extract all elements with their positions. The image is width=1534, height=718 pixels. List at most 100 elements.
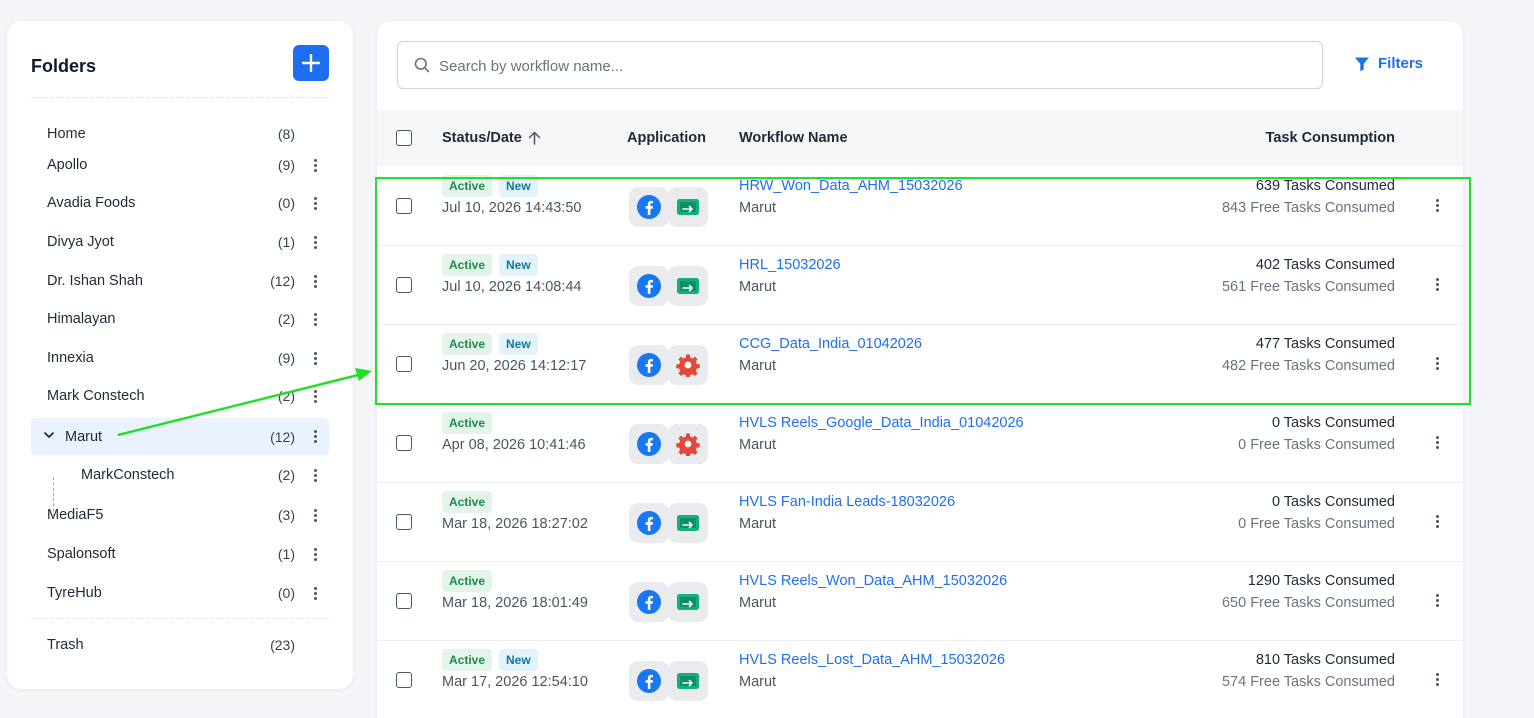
chevron-down-icon[interactable] [43,429,55,441]
row-checkbox[interactable] [396,356,412,372]
folder-item[interactable]: Home (8) [31,117,329,151]
folder-item[interactable]: Innexia (9) [31,341,329,375]
tasks-consumed: 402 Tasks Consumed [1255,257,1395,273]
row-menu-icon[interactable] [1431,195,1443,215]
search-input[interactable] [439,54,1299,78]
app-tile [668,424,708,464]
select-all-checkbox[interactable] [396,130,412,146]
free-tasks-consumed: 650 Free Tasks Consumed [1221,595,1395,611]
folder-item[interactable]: Avadia Foods (0) [31,186,329,220]
workflow-name-link[interactable]: HVLS Reels_Lost_Data_AHM_15032026 [739,652,1005,668]
row-menu-icon[interactable] [1431,511,1443,531]
arrow-up-icon [528,131,541,145]
folder-count: (12) [270,428,295,445]
table-row[interactable]: Active New Jul 10, 2026 14:08:44 HRL_150320… [377,246,1463,325]
search-icon [414,57,430,73]
table-row[interactable]: Active Mar 18, 2026 18:01:49 HVLS Reels_Wo… [377,562,1463,641]
workflow-name-link[interactable]: HRW_Won_Data_AHM_15032026 [739,178,963,194]
facebook-icon [637,669,661,693]
status-badge: Active [442,254,493,276]
free-tasks-consumed: 0 Free Tasks Consumed [1238,516,1395,532]
row-checkbox[interactable] [396,277,412,293]
folder-menu-icon[interactable] [309,155,321,175]
sheets-icon [677,673,699,689]
table-header: Status/Date Application Workflow Name Ta… [377,110,1463,166]
folder-menu-icon[interactable] [309,583,321,603]
row-checkbox[interactable] [396,435,412,451]
row-checkbox[interactable] [396,672,412,688]
folder-name: Mark Constech [47,388,145,404]
workflow-folder: Marut [739,516,777,532]
folder-item[interactable]: Divya Jyot (1) [31,225,329,259]
workflow-panel: Filters Status/Date Application Workflow… [377,21,1463,718]
row-checkbox[interactable] [396,514,412,530]
row-menu-icon[interactable] [1431,432,1443,452]
facebook-icon [637,274,661,298]
folder-count: (0) [277,195,295,211]
app-tile [629,266,669,306]
row-menu-icon[interactable] [1431,274,1443,294]
header-status-date[interactable]: Status/Date [442,130,541,146]
folder-menu-icon[interactable] [309,544,321,564]
folder-menu-icon[interactable] [309,386,321,406]
folder-menu-icon[interactable] [309,505,321,525]
folder-count: (2) [277,388,295,404]
add-folder-button[interactable] [293,45,329,81]
workflow-name-link[interactable]: HVLS Reels_Won_Data_AHM_15032026 [739,573,1007,589]
header-workflow-name: Workflow Name [739,130,848,146]
facebook-icon [637,432,661,456]
folder-name: Innexia [47,350,94,366]
workflow-name-link[interactable]: HVLS Fan-India Leads-18032026 [739,494,955,510]
workflow-name-link[interactable]: CCG_Data_India_01042026 [739,336,922,352]
table-row[interactable]: Active New Mar 17, 2026 12:54:10 HVLS Reels… [377,641,1463,718]
header-task-consumption: Task Consumption [1265,130,1395,146]
status-badge: Active [442,175,493,197]
folder-menu-icon[interactable] [309,348,321,368]
folder-menu-icon[interactable] [309,465,321,485]
folder-name: Marut [65,428,103,445]
folder-count: (23) [270,637,295,653]
row-date: Mar 17, 2026 12:54:10 [442,674,588,690]
row-date: Mar 18, 2026 18:27:02 [442,516,588,532]
app-tile [668,345,708,385]
row-checkbox[interactable] [396,593,412,609]
folder-menu-icon[interactable] [309,193,321,213]
folder-menu-icon[interactable] [309,232,321,252]
table-row[interactable]: Active Mar 18, 2026 18:27:02 HVLS Fan-Indi… [377,483,1463,562]
row-checkbox[interactable] [396,198,412,214]
folder-count: (9) [277,350,295,366]
folder-item[interactable]: TyreHub (0) [31,576,329,610]
folder-name: Apollo [47,157,88,173]
table-row[interactable]: Active New Jul 10, 2026 14:43:50 HRW_Won_Da… [377,167,1463,246]
table-row[interactable]: Active Apr 08, 2026 10:41:46 HVLS Reels_Go… [377,404,1463,483]
workflow-name-link[interactable]: HVLS Reels_Google_Data_India_01042026 [739,415,1024,431]
folder-menu-icon[interactable] [309,271,321,291]
row-menu-icon[interactable] [1431,590,1443,610]
row-date: Mar 18, 2026 18:01:49 [442,595,588,611]
folder-item[interactable]: Mark Constech (2) [31,379,329,413]
row-menu-icon[interactable] [1431,669,1443,689]
folder-item[interactable]: Marut (12) [31,418,329,455]
folder-name: MarkConstech [81,467,175,483]
sidebar-divider [31,97,329,98]
app-tile [668,266,708,306]
folder-item[interactable]: MediaF5 (3) [31,498,329,532]
app-tile [668,187,708,227]
new-badge: New [499,254,538,276]
workflow-name-link[interactable]: HRL_15032026 [739,257,841,273]
folder-item[interactable]: Spalonsoft (1) [31,537,329,571]
search-box[interactable] [397,41,1323,89]
tree-connector [53,477,54,517]
free-tasks-consumed: 482 Free Tasks Consumed [1221,358,1395,374]
folder-item[interactable]: Dr. Ishan Shah (12) [31,264,329,298]
row-menu-icon[interactable] [1431,353,1443,373]
folder-trash[interactable]: Trash (23) [31,628,329,662]
table-row[interactable]: Active New Jun 20, 2026 14:12:17 CCG_Data_I… [377,325,1463,404]
folder-item[interactable]: MarkConstech (2) [31,458,329,492]
folder-item[interactable]: Himalayan (2) [31,302,329,336]
filters-button[interactable]: Filters [1354,55,1423,72]
folder-menu-icon[interactable] [309,427,321,447]
folder-menu-icon[interactable] [309,309,321,329]
sheets-icon [677,594,699,610]
folder-item[interactable]: Apollo (9) [31,148,329,182]
